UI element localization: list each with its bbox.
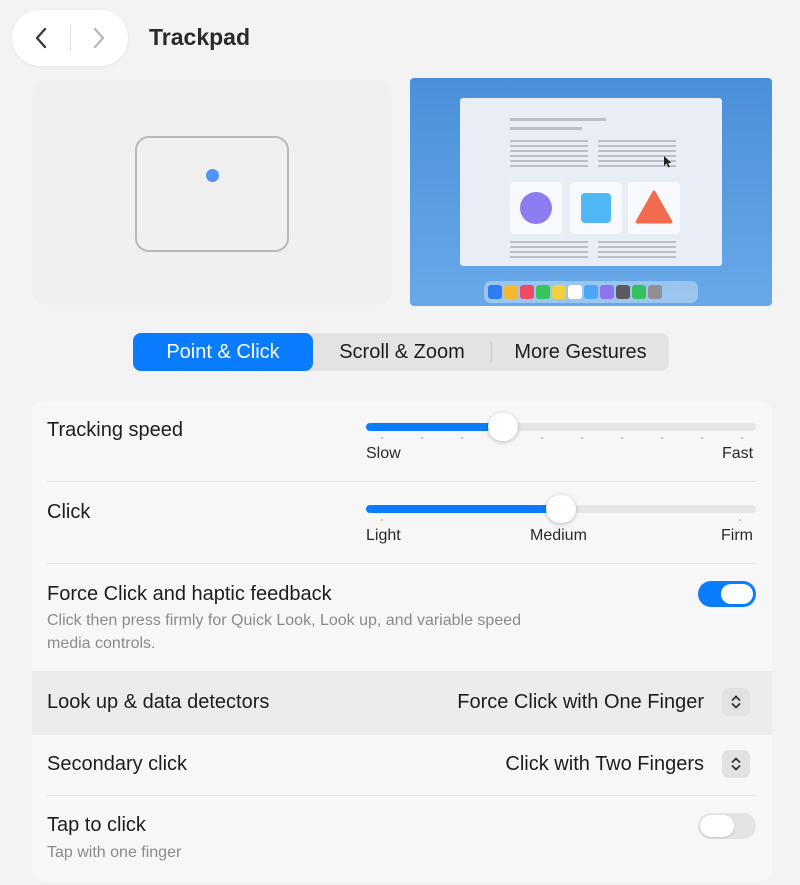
circle-shape-icon	[510, 182, 562, 234]
click-knob[interactable]	[546, 495, 576, 523]
force-click-label: Force Click and haptic feedback	[47, 583, 332, 605]
toggle-knob	[721, 584, 753, 604]
tab-scroll-and-zoom[interactable]: Scroll & Zoom	[313, 333, 491, 371]
row-divider	[47, 563, 756, 564]
force-click-description: Click then press firmly for Quick Look, …	[47, 612, 522, 629]
finger-dot-icon	[206, 169, 219, 182]
slider-fill	[366, 423, 503, 431]
tap-to-click-label: Tap to click	[47, 814, 146, 836]
slider-fill	[366, 505, 561, 513]
tracking-speed-label: Tracking speed	[47, 419, 183, 441]
chevron-left-icon	[35, 27, 46, 49]
settings-list: Tracking speed Slow Fast Click Light Med…	[32, 401, 772, 881]
force-click-description-2: media controls.	[47, 635, 156, 652]
tap-to-click-toggle[interactable]	[698, 813, 756, 839]
click-light-label: Light	[366, 527, 401, 544]
tap-to-click-description: Tap with one finger	[47, 844, 182, 861]
page-title: Trackpad	[149, 24, 250, 50]
document-window-illustration	[460, 98, 722, 266]
tracking-speed-knob[interactable]	[488, 413, 518, 441]
tab-bar: Point & Click Scroll & Zoom More Gesture…	[133, 333, 669, 371]
click-label: Click	[47, 501, 91, 523]
secondary-click-label: Secondary click	[47, 753, 188, 775]
back-button[interactable]	[12, 10, 70, 66]
toggle-knob	[700, 815, 734, 837]
tab-more-gestures[interactable]: More Gestures	[492, 333, 669, 371]
tracking-speed-min-label: Slow	[366, 445, 401, 462]
click-medium-label: Medium	[530, 527, 587, 544]
triangle-shape-icon	[628, 182, 680, 234]
cursor-icon	[664, 156, 672, 168]
navigation-pill	[12, 10, 128, 66]
look-up-label: Look up & data detectors	[47, 691, 270, 713]
up-down-chevron-icon	[731, 757, 741, 771]
click-firm-label: Firm	[721, 527, 753, 544]
tab-point-and-click[interactable]: Point & Click	[133, 333, 313, 371]
look-up-popup-button[interactable]	[722, 688, 750, 716]
look-up-value[interactable]: Force Click with One Finger	[457, 691, 704, 714]
up-down-chevron-icon	[731, 695, 741, 709]
square-shape-icon	[570, 182, 622, 234]
tracking-speed-slider[interactable]	[366, 413, 756, 441]
chevron-right-icon	[94, 27, 105, 49]
forward-button[interactable]	[70, 10, 128, 66]
trackpad-shape	[135, 136, 289, 252]
screen-preview	[410, 78, 772, 306]
secondary-click-popup-button[interactable]	[722, 750, 750, 778]
row-divider	[47, 795, 756, 796]
secondary-click-value[interactable]: Click with Two Fingers	[505, 753, 704, 776]
force-click-toggle[interactable]	[698, 581, 756, 607]
dock-illustration	[484, 281, 698, 303]
row-divider	[47, 481, 756, 482]
trackpad-illustration	[32, 80, 392, 306]
tracking-speed-max-label: Fast	[722, 445, 754, 462]
click-slider[interactable]	[366, 495, 756, 523]
